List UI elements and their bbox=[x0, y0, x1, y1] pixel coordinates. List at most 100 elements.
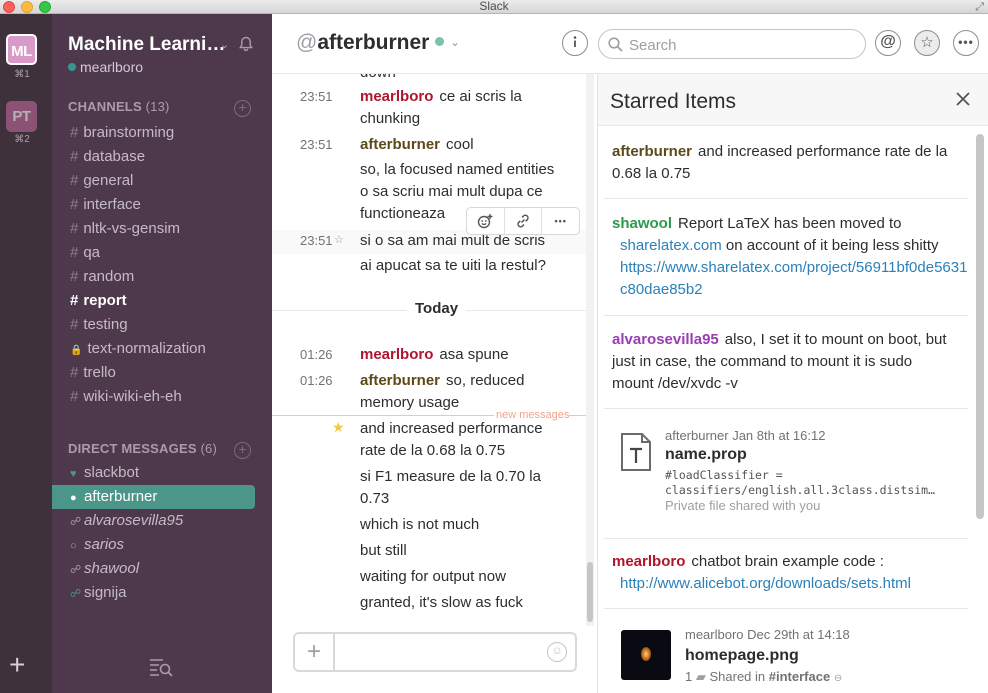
file-name[interactable]: homepage.png bbox=[685, 647, 799, 665]
file-name[interactable]: name.prop bbox=[665, 446, 747, 464]
team-name[interactable]: Machine Learni… bbox=[68, 34, 225, 56]
timestamp[interactable]: 01:26 bbox=[300, 347, 333, 362]
text-file-icon[interactable] bbox=[620, 432, 652, 472]
sidebar-item-general[interactable]: # general bbox=[52, 169, 272, 193]
starred-title: Starred Items bbox=[610, 90, 737, 113]
team-ml-shortcut: ⌘1 bbox=[14, 69, 30, 80]
timestamp[interactable]: 01:26 bbox=[300, 373, 333, 388]
dm-count: (6) bbox=[200, 441, 217, 456]
current-user[interactable]: mearlboro bbox=[68, 59, 143, 75]
timestamp[interactable]: 23:51 bbox=[300, 89, 333, 104]
search-input[interactable] bbox=[629, 35, 849, 55]
item-link[interactable]: sharelatex.com bbox=[612, 237, 722, 254]
item-author[interactable]: afterburner bbox=[612, 143, 692, 160]
dm-label: signija bbox=[84, 584, 127, 601]
sidebar-item-brainstorming[interactable]: # brainstorming bbox=[52, 121, 272, 145]
starred-item[interactable]: alvarosevilla95 also, I set it to mount o… bbox=[598, 329, 968, 395]
channels-header[interactable]: CHANNELS (13) bbox=[68, 99, 170, 114]
sidebar-item-wiki-wiki-eh-eh[interactable]: # wiki-wiki-eh-eh bbox=[52, 385, 272, 409]
item-author[interactable]: shawool bbox=[612, 215, 672, 232]
emoji-icon[interactable]: ☺ bbox=[547, 642, 567, 662]
item-author[interactable]: mearlboro bbox=[612, 553, 685, 570]
lock-icon: 🔒 bbox=[70, 345, 83, 356]
starred-item[interactable]: afterburner and increased performance rat… bbox=[598, 141, 968, 185]
hash-icon: # bbox=[70, 124, 79, 141]
star-filled-icon[interactable]: ★ bbox=[332, 419, 345, 436]
sidebar: Machine Learni… ⌄ mearlboro CHANNELS (13… bbox=[52, 14, 272, 693]
starred-scrollbar[interactable] bbox=[976, 134, 984, 519]
message-author[interactable]: afterburner bbox=[360, 136, 440, 153]
item-link[interactable]: http://www.alicebot.org/downloads/sets.h… bbox=[612, 575, 911, 592]
item-text: chatbot brain example code : bbox=[691, 553, 884, 570]
channel-title[interactable]: @afterburner ⌄ bbox=[296, 31, 460, 55]
sidebar-item-trello[interactable]: # trello bbox=[52, 361, 272, 385]
item-link[interactable]: https://www.sharelatex.com/project/56911… bbox=[612, 257, 972, 301]
sidebar-item-database[interactable]: # database bbox=[52, 145, 272, 169]
more-icon[interactable]: ••• bbox=[953, 30, 979, 56]
close-icon[interactable] bbox=[953, 89, 973, 109]
link-icon[interactable] bbox=[505, 208, 543, 234]
attach-plus-icon[interactable]: + bbox=[295, 634, 335, 670]
item-author[interactable]: alvarosevilla95 bbox=[612, 331, 719, 348]
message-text: which is not much bbox=[360, 516, 480, 533]
add-team-icon[interactable]: + bbox=[9, 651, 25, 679]
mentions-icon[interactable]: @ bbox=[875, 30, 901, 56]
online-status-icon bbox=[435, 37, 445, 46]
add-channel-icon[interactable]: + bbox=[234, 100, 251, 117]
bell-icon[interactable] bbox=[238, 36, 254, 52]
sidebar-item-report[interactable]: # report bbox=[52, 289, 272, 313]
dm-item-afterburner[interactable]: ● afterburner bbox=[52, 485, 255, 509]
mobile-presence-icon: ☍ bbox=[70, 516, 82, 528]
scrollbar-thumb[interactable] bbox=[587, 562, 593, 622]
sidebar-item-text-normalization[interactable]: 🔒 text-normalization bbox=[52, 337, 272, 361]
message-author[interactable]: afterburner bbox=[360, 372, 440, 389]
file-meta: afterburner Jan 8th at 16:12 bbox=[665, 428, 826, 443]
channel-label: random bbox=[83, 268, 135, 285]
sidebar-item-testing[interactable]: # testing bbox=[52, 313, 272, 337]
message-author[interactable]: mearlboro bbox=[360, 346, 433, 363]
dm-item-shawool[interactable]: ☍ shawool bbox=[52, 557, 272, 581]
divider bbox=[604, 198, 968, 199]
timestamp[interactable]: 23:51 bbox=[300, 137, 333, 152]
add-reaction-icon[interactable] bbox=[467, 208, 505, 234]
search-box[interactable] bbox=[598, 29, 866, 59]
dm-header[interactable]: DIRECT MESSAGES (6) bbox=[68, 441, 217, 456]
team-pt[interactable]: PT bbox=[6, 101, 37, 132]
message-scrollbar[interactable] bbox=[586, 74, 594, 626]
more-actions-icon[interactable]: ••• bbox=[542, 208, 579, 234]
hash-icon: # bbox=[70, 244, 79, 261]
message-composer[interactable]: + ☺ bbox=[293, 632, 577, 672]
shared-channel-link[interactable]: #interface bbox=[769, 669, 830, 684]
channel-header: @afterburner⌄ @ ☆ ••• bbox=[272, 14, 988, 74]
starred-item[interactable]: shawool Report LaTeX has been moved to sha… bbox=[598, 213, 968, 301]
info-icon[interactable] bbox=[562, 30, 588, 56]
file-preview: #loadClassifier = classifiers/english.all… bbox=[665, 468, 955, 498]
presence-icon bbox=[68, 63, 76, 71]
quick-switcher-icon[interactable] bbox=[149, 657, 173, 677]
divider bbox=[604, 315, 968, 316]
dm-item-alvarosevilla95[interactable]: ☍ alvarosevilla95 bbox=[52, 509, 272, 533]
message-author[interactable]: mearlboro bbox=[360, 88, 433, 105]
image-thumbnail[interactable] bbox=[621, 630, 671, 680]
add-dm-icon[interactable]: + bbox=[234, 442, 251, 459]
sidebar-item-qa[interactable]: # qa bbox=[52, 241, 272, 265]
starred-item[interactable]: mearlboro chatbot brain example code : htt… bbox=[598, 551, 968, 595]
star-outline-icon[interactable]: ☆ bbox=[334, 233, 344, 246]
mobile-presence-icon: ☍ bbox=[70, 564, 82, 576]
channel-label: brainstorming bbox=[83, 124, 175, 141]
search-icon bbox=[608, 37, 623, 52]
team-pt-shortcut: ⌘2 bbox=[14, 134, 30, 145]
chevron-down-icon[interactable]: ⌄ bbox=[220, 38, 229, 51]
sidebar-item-nltk-vs-gensim[interactable]: # nltk-vs-gensim bbox=[52, 217, 272, 241]
dm-item-sarios[interactable]: ○ sarios bbox=[52, 533, 272, 557]
sidebar-item-interface[interactable]: # interface bbox=[52, 193, 272, 217]
sidebar-item-random[interactable]: # random bbox=[52, 265, 272, 289]
comment-icon: ▰ bbox=[695, 669, 706, 684]
fullscreen-icon[interactable]: ⤢ bbox=[975, 1, 984, 13]
timestamp[interactable]: 23:51 bbox=[300, 233, 333, 248]
dm-item-slackbot[interactable]: ♥ slackbot bbox=[52, 461, 272, 485]
team-ml[interactable]: ML bbox=[6, 34, 37, 65]
comment-count: 1 bbox=[685, 669, 693, 684]
starred-icon[interactable]: ☆ bbox=[914, 30, 940, 56]
dm-item-signija[interactable]: ☍ signija bbox=[52, 581, 272, 605]
